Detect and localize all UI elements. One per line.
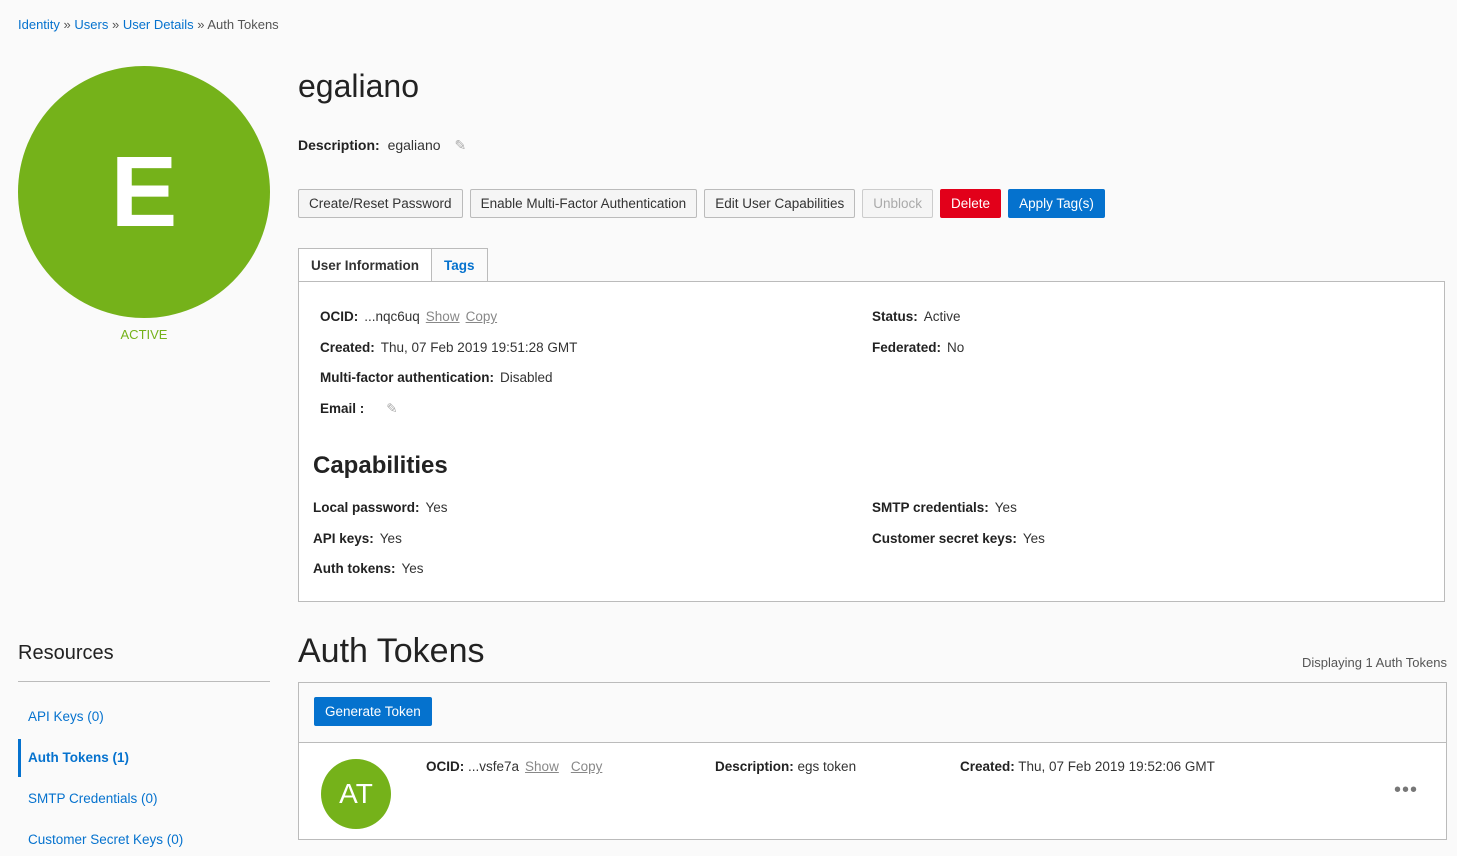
federated-row: Federated: No — [872, 340, 964, 355]
cap-label: Local password: — [313, 500, 420, 515]
breadcrumb-current: Auth Tokens — [207, 17, 279, 32]
status-label: Status: — [872, 309, 918, 324]
cap-value: Yes — [994, 500, 1017, 515]
resource-auth-tokens[interactable]: Auth Tokens (1) — [18, 739, 129, 777]
tab-tags[interactable]: Tags — [432, 248, 488, 283]
ocid-label: OCID: — [320, 309, 359, 324]
token-show-link[interactable]: Show — [525, 759, 559, 774]
apply-tags-button[interactable]: Apply Tag(s) — [1008, 189, 1105, 218]
edit-email-pencil-icon[interactable]: ✎ — [386, 401, 397, 416]
token-description: Description: egs token — [715, 759, 856, 774]
enable-mfa-button[interactable]: Enable Multi-Factor Authentication — [469, 189, 698, 218]
more-actions-icon[interactable]: ••• — [1394, 779, 1418, 802]
resource-api-keys[interactable]: API Keys (0) — [18, 709, 104, 724]
breadcrumb-identity[interactable]: Identity — [18, 17, 60, 32]
cap-label: Auth tokens: — [313, 561, 396, 576]
generate-token-button[interactable]: Generate Token — [314, 697, 432, 726]
email-row: Email : ✎ — [320, 401, 398, 417]
token-created-label: Created: — [960, 759, 1015, 774]
tab-user-information[interactable]: User Information — [298, 248, 433, 283]
cap-smtp: SMTP credentials: Yes — [872, 500, 1017, 515]
breadcrumb-user-details[interactable]: User Details — [123, 17, 194, 32]
cap-api: API keys: Yes — [313, 531, 402, 546]
status-row: Status: Active — [872, 309, 961, 324]
ocid-copy-link[interactable]: Copy — [466, 309, 498, 324]
resource-customer-secret-keys[interactable]: Customer Secret Keys (0) — [18, 832, 183, 847]
user-status: ACTIVE — [120, 327, 168, 342]
description-label: Description: — [298, 137, 380, 153]
auth-tokens-heading: Auth Tokens — [298, 632, 485, 670]
divider — [18, 681, 270, 682]
ocid-value: ...nqc6uq — [364, 309, 420, 324]
cap-value: Yes — [401, 561, 424, 576]
cap-value: Yes — [379, 531, 402, 546]
ocid-show-link[interactable]: Show — [426, 309, 460, 324]
mfa-row: Multi-factor authentication: Disabled — [320, 370, 553, 385]
breadcrumb: Identity » Users » User Details » Auth T… — [18, 17, 279, 32]
created-label: Created: — [320, 340, 375, 355]
description-value: egaliano — [387, 137, 441, 153]
token-ocid: OCID: ...vsfe7a Show Copy — [426, 759, 602, 774]
federated-value: No — [947, 340, 965, 355]
list-item: AT OCID: ...vsfe7a Show Copy Description: … — [299, 742, 1446, 839]
reset-password-button[interactable]: Create/Reset Password — [298, 189, 463, 218]
edit-pencil-icon[interactable]: ✎ — [455, 137, 467, 153]
resources-heading: Resources — [18, 642, 114, 664]
resource-smtp-credentials[interactable]: SMTP Credentials (0) — [18, 791, 158, 806]
cap-value: Yes — [1022, 531, 1045, 546]
cap-local: Local password: Yes — [313, 500, 448, 515]
cap-label: API keys: — [313, 531, 374, 546]
user-info-panel: OCID: ...nqc6uq Show Copy Created: Thu, 07 F… — [298, 281, 1445, 602]
created-value: Thu, 07 Feb 2019 19:51:28 GMT — [380, 340, 578, 355]
cap-value: Yes — [425, 500, 448, 515]
token-desc-label: Description: — [715, 759, 794, 774]
displaying-count: Displaying 1 Auth Tokens — [1301, 655, 1447, 670]
edit-capabilities-button[interactable]: Edit User Capabilities — [704, 189, 856, 218]
tabs: User Information Tags — [298, 248, 488, 283]
email-label: Email : — [320, 401, 365, 416]
created-row: Created: Thu, 07 Feb 2019 19:51:28 GMT — [320, 340, 577, 355]
mfa-label: Multi-factor authentication: — [320, 370, 494, 385]
token-avatar: AT — [321, 759, 391, 829]
delete-button[interactable]: Delete — [940, 189, 1002, 218]
token-ocid-value: ...vsfe7a — [468, 759, 520, 774]
cap-label: SMTP credentials: — [872, 500, 989, 515]
token-desc-value: egs token — [797, 759, 857, 774]
token-created: Created: Thu, 07 Feb 2019 19:52:06 GMT — [960, 759, 1215, 774]
user-avatar: E — [18, 66, 270, 318]
breadcrumb-users[interactable]: Users — [74, 17, 108, 32]
description: Description: egaliano ✎ — [298, 137, 466, 154]
cap-csk: Customer secret keys: Yes — [872, 531, 1045, 546]
token-ocid-label: OCID: — [426, 759, 465, 774]
cap-label: Customer secret keys: — [872, 531, 1017, 546]
tokens-list: Generate Token AT OCID: ...vsfe7a Show Cop… — [298, 682, 1447, 840]
status-value: Active — [923, 309, 961, 324]
action-buttons: Create/Reset Password Enable Multi-Facto… — [298, 189, 1105, 218]
ocid-row: OCID: ...nqc6uq Show Copy — [320, 309, 497, 324]
page-title: egaliano — [298, 68, 419, 104]
unblock-button[interactable]: Unblock — [862, 189, 934, 218]
mfa-value: Disabled — [500, 370, 553, 385]
token-copy-link[interactable]: Copy — [571, 759, 603, 774]
capabilities-heading: Capabilities — [313, 452, 448, 479]
token-created-value: Thu, 07 Feb 2019 19:52:06 GMT — [1018, 759, 1215, 774]
federated-label: Federated: — [872, 340, 942, 355]
cap-auth: Auth tokens: Yes — [313, 561, 424, 576]
